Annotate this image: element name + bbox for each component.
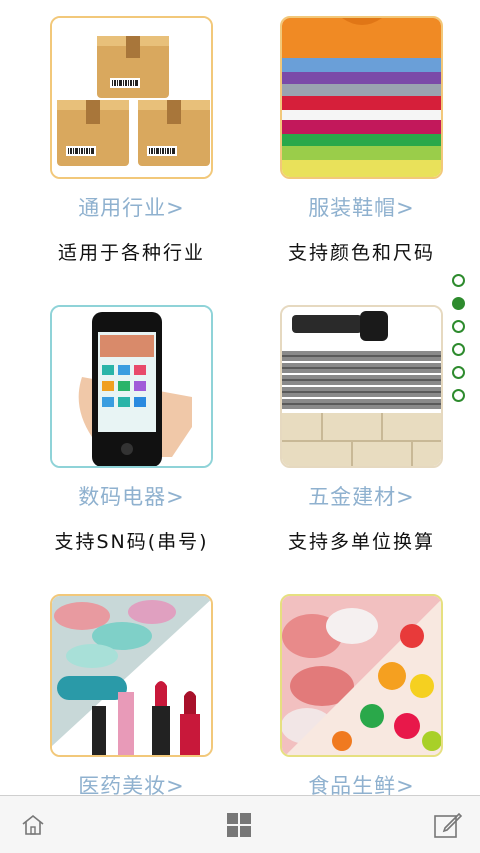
industry-description: 支持SN码(串号) [54, 531, 209, 553]
industry-description: 适用于各种行业 [57, 242, 205, 264]
apparel-thumbnail[interactable] [280, 16, 443, 179]
industry-category-label[interactable]: 服装鞋帽> [230, 192, 480, 222]
meat-candy-image [282, 596, 441, 755]
pills-lipstick-image [52, 596, 211, 755]
home-tab[interactable] [3, 796, 63, 853]
industry-description: 支持多单位换算 [287, 531, 435, 553]
grid-tab[interactable] [209, 796, 269, 853]
industry-category-label[interactable]: 数码电器> [0, 481, 263, 511]
home-icon [22, 814, 44, 835]
cardboard-boxes-image [52, 18, 211, 177]
page-dot[interactable] [452, 366, 465, 379]
digital-thumbnail[interactable] [50, 305, 213, 468]
page-dot[interactable] [452, 343, 465, 356]
industry-category-label[interactable]: 通用行业> [0, 192, 263, 222]
medicine-thumbnail[interactable] [50, 594, 213, 757]
industry-category-label[interactable]: 医药美妆> [0, 770, 263, 795]
folded-shirts-image [282, 18, 441, 177]
page-dot[interactable] [452, 389, 465, 402]
edit-tab[interactable] [418, 796, 478, 853]
bottom-tab-bar [0, 795, 480, 853]
general-thumbnail[interactable] [50, 16, 213, 179]
hardware-thumbnail[interactable] [280, 305, 443, 468]
industry-description: 支持颜色和尺码 [287, 242, 435, 264]
page-indicator [452, 274, 466, 412]
industry-category-label[interactable]: 食品生鲜> [230, 770, 480, 795]
smartphone-image [52, 307, 211, 466]
edit-icon [434, 812, 463, 838]
industry-category-label[interactable]: 五金建材> [230, 481, 480, 511]
page-dot-active[interactable] [452, 297, 465, 310]
bolt-rebar-image [282, 307, 441, 466]
page-dot[interactable] [452, 274, 465, 287]
page-dot[interactable] [452, 320, 465, 333]
grid-icon [227, 813, 251, 837]
industry-grid: 通用行业> 适用于各种行业 服装鞋帽> 支持颜色和尺码 数码电器> 支持SN码(… [0, 0, 480, 795]
food-thumbnail[interactable] [280, 594, 443, 757]
